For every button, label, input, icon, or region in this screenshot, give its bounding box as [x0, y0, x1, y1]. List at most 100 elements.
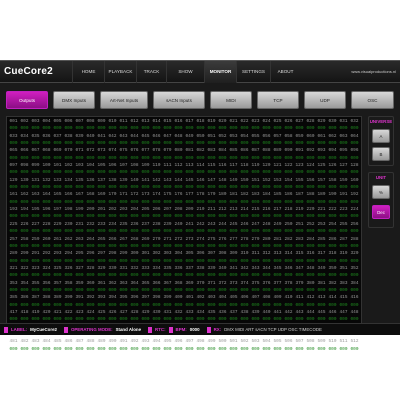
nav-monitor[interactable]: MONITOR — [204, 61, 236, 83]
channel-value: 000 — [31, 126, 40, 132]
channel-value: 000 — [152, 170, 161, 176]
tab-outputs[interactable]: Outputs — [6, 91, 48, 109]
channel-number: 081 — [185, 148, 194, 154]
channel-number: 355 — [31, 280, 40, 286]
channel-number: 358 — [64, 280, 73, 286]
nav-show-control[interactable]: SHOW CONTROL — [166, 61, 204, 96]
channel-number: 443 — [295, 309, 304, 315]
channel-number: 047 — [163, 133, 172, 139]
channel-value: 000 — [31, 214, 40, 220]
channel-number: 107 — [119, 163, 128, 169]
channel-number: 179 — [207, 192, 216, 198]
channel-number: 013 — [141, 119, 150, 124]
channel-value: 000 — [218, 214, 227, 220]
label-key: LABEL: — [11, 327, 28, 332]
channel-number: 354 — [20, 280, 29, 286]
status-marker-icon — [206, 326, 211, 333]
app-title: CueCore2 — [4, 66, 53, 77]
channel-number: 324 — [42, 265, 51, 271]
channel-value: 000 — [86, 243, 95, 249]
channel-number: 356 — [42, 280, 51, 286]
channel-number: 487 — [75, 339, 84, 345]
channel-number: 001 — [9, 119, 18, 124]
channel-value: 000 — [328, 214, 337, 220]
channel-number: 203 — [119, 207, 128, 213]
tab-sacn-inputs[interactable]: sACN Inputs — [153, 91, 205, 109]
channel-value: 000 — [284, 199, 293, 205]
channel-number: 315 — [295, 251, 304, 257]
channel-value: 000 — [262, 155, 271, 161]
channel-number: 429 — [141, 309, 150, 315]
channel-number: 364 — [130, 280, 139, 286]
channel-value: 000 — [262, 346, 271, 352]
channel-number: 211 — [207, 207, 216, 213]
channel-value: 000 — [185, 258, 194, 264]
channel-number: 044 — [130, 133, 139, 139]
channel-number: 180 — [218, 192, 227, 198]
channel-value: 000 — [306, 229, 315, 235]
channel-number: 150 — [240, 177, 249, 183]
channel-number: 258 — [20, 236, 29, 242]
channel-value: 000 — [20, 273, 29, 279]
universe-b-button[interactable]: B — [372, 147, 390, 161]
channel-number: 316 — [306, 251, 315, 257]
channel-number: 213 — [229, 207, 238, 213]
nav-playback[interactable]: PLAYBACK — [104, 61, 136, 83]
nav-settings[interactable]: SETTINGS — [236, 61, 270, 83]
tab-midi[interactable]: MIDI — [210, 91, 252, 109]
nav-about[interactable]: ABOUT — [270, 61, 300, 83]
channel-number: 068 — [42, 148, 51, 154]
channel-number: 494 — [152, 339, 161, 345]
channel-number: 199 — [75, 207, 84, 213]
channel-value: 000 — [9, 141, 18, 147]
nav-home[interactable]: HOME — [72, 61, 104, 83]
channel-number: 156 — [306, 177, 315, 183]
nav-track[interactable]: TRACK — [136, 61, 166, 83]
channel-value: 000 — [174, 214, 183, 220]
unit-dec-button[interactable]: Dec — [372, 205, 390, 219]
channel-value: 000 — [328, 185, 337, 191]
channel-value: 000 — [53, 170, 62, 176]
tab-art-net-inputs[interactable]: Art-Net Inputs — [100, 91, 148, 109]
channel-value: 000 — [284, 346, 293, 352]
channel-number: 499 — [207, 339, 216, 345]
channel-value: 000 — [196, 258, 205, 264]
channel-number: 029 — [317, 119, 326, 124]
tab-udp[interactable]: UDP — [304, 91, 346, 109]
channel-number: 093 — [317, 148, 326, 154]
universe-a-button[interactable]: A — [372, 129, 390, 143]
channel-value: 000 — [328, 126, 337, 132]
website-link[interactable]: www.visualproductions.nl — [351, 69, 396, 74]
channel-number: 268 — [130, 236, 139, 242]
channel-value: 000 — [251, 273, 260, 279]
channel-value: 000 — [152, 126, 161, 132]
channel-value: 000 — [196, 155, 205, 161]
channel-number: 308 — [218, 251, 227, 257]
channel-value: 000 — [207, 258, 216, 264]
channel-value: 000 — [75, 243, 84, 249]
tab-dmx-inputs[interactable]: DMX Inputs — [53, 91, 95, 109]
channel-number: 303 — [163, 251, 172, 257]
channel-value: 000 — [284, 155, 293, 161]
channel-value: 000 — [350, 258, 359, 264]
channel-value: 000 — [141, 346, 150, 352]
channel-number: 104 — [86, 163, 95, 169]
channel-number: 078 — [152, 148, 161, 154]
tab-osc[interactable]: OSC — [351, 91, 394, 109]
channel-number: 271 — [163, 236, 172, 242]
tab-tcp[interactable]: TCP — [257, 91, 299, 109]
channel-number: 218 — [284, 207, 293, 213]
channel-number: 139 — [119, 177, 128, 183]
channel-value: 000 — [97, 199, 106, 205]
channel-number: 144 — [174, 177, 183, 183]
unit-percent-button[interactable]: % — [372, 185, 390, 199]
channel-number: 263 — [75, 236, 84, 242]
channel-number: 299 — [119, 251, 128, 257]
channel-number: 024 — [262, 119, 271, 124]
channel-number: 193 — [9, 207, 18, 213]
channel-value: 000 — [119, 126, 128, 132]
channel-value: 000 — [75, 214, 84, 220]
channel-number: 045 — [141, 133, 150, 139]
channel-number: 225 — [9, 221, 18, 227]
channel-number: 428 — [130, 309, 139, 315]
